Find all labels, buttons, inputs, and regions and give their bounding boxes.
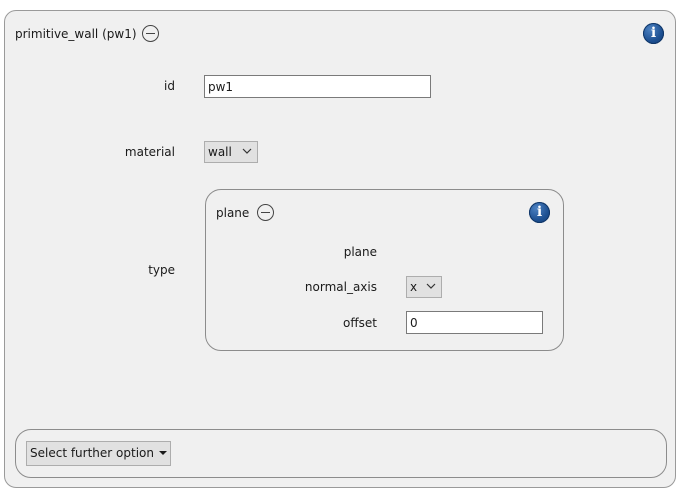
normal-axis-label: normal_axis bbox=[304, 280, 377, 294]
chevron-down-icon bbox=[426, 283, 436, 289]
normal-axis-dropdown[interactable]: x bbox=[406, 276, 442, 298]
collapse-icon[interactable] bbox=[257, 204, 274, 221]
id-input[interactable] bbox=[204, 75, 431, 98]
type-plane-panel: plane i plane normal_axis x offset bbox=[205, 189, 564, 351]
primitive-wall-panel: primitive_wall (pw1) i id material wall … bbox=[4, 10, 676, 488]
chevron-down-icon bbox=[242, 148, 252, 154]
panel-title: primitive_wall (pw1) bbox=[15, 27, 137, 41]
collapse-icon[interactable] bbox=[142, 25, 159, 42]
plane-label: plane bbox=[343, 245, 377, 259]
further-options-panel: Select further option bbox=[15, 429, 667, 478]
offset-input[interactable] bbox=[406, 311, 543, 334]
type-label: type bbox=[148, 263, 175, 277]
material-label: material bbox=[124, 145, 175, 159]
caret-down-icon bbox=[158, 450, 167, 455]
select-further-option-button[interactable]: Select further option bbox=[26, 441, 171, 466]
material-dropdown[interactable]: wall bbox=[204, 141, 258, 163]
info-icon[interactable]: i bbox=[529, 202, 550, 223]
offset-label: offset bbox=[343, 316, 377, 330]
info-icon[interactable]: i bbox=[643, 23, 664, 44]
material-value: wall bbox=[208, 145, 232, 159]
normal-axis-value: x bbox=[410, 280, 418, 294]
id-label: id bbox=[164, 79, 175, 93]
type-panel-title: plane bbox=[216, 206, 250, 220]
select-further-option-label: Select further option bbox=[30, 446, 154, 460]
